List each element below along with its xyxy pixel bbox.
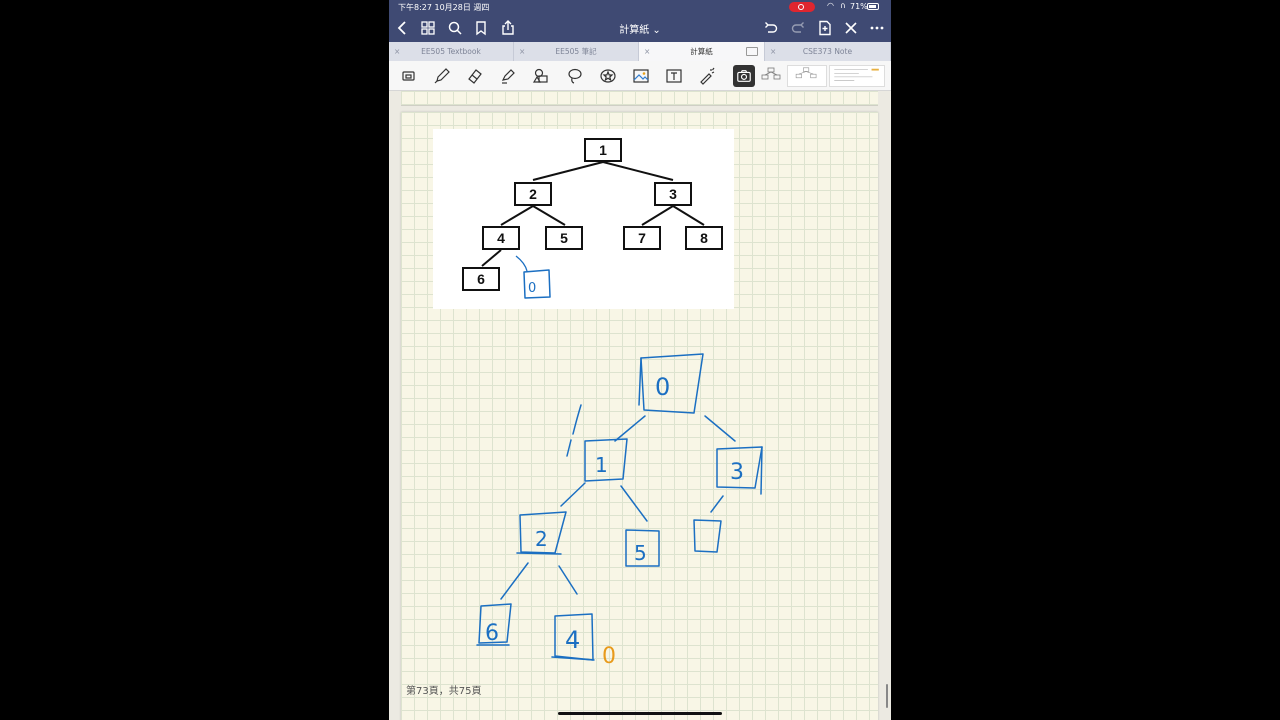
redo-icon[interactable] bbox=[790, 20, 806, 36]
tree-node: 6 bbox=[462, 267, 500, 291]
status-time-date: 下午8:27 10月28日 週四 bbox=[398, 3, 490, 12]
split-view-icon[interactable] bbox=[746, 47, 758, 56]
tab-bar: × EE505 Textbook × EE505 筆記 × 計算紙 × CSE3… bbox=[389, 42, 891, 61]
home-indicator[interactable] bbox=[558, 712, 722, 715]
tab-label: EE505 Textbook bbox=[421, 47, 481, 56]
scroll-indicator[interactable] bbox=[886, 684, 888, 708]
tab-label: EE505 筆記 bbox=[555, 47, 597, 56]
headphones-icon: ∩ bbox=[840, 1, 846, 10]
tree-node: 1 bbox=[584, 138, 622, 162]
drawing-toolbar bbox=[389, 61, 891, 91]
tree-node: 3 bbox=[654, 182, 692, 206]
tree-node: 2 bbox=[514, 182, 552, 206]
undo-icon[interactable] bbox=[763, 20, 779, 36]
recent-shape-thumbnail[interactable] bbox=[759, 66, 783, 86]
screen-record-icon bbox=[789, 2, 815, 12]
camera-icon bbox=[737, 70, 751, 82]
recent-note-thumbnail[interactable] bbox=[829, 65, 885, 87]
camera-button[interactable] bbox=[733, 65, 755, 87]
wifi-icon: ◠ bbox=[827, 1, 834, 10]
ipad-screen: 下午8:27 10月28日 週四 ◠ ∩ 71% 計算紙 ⌄ × EE505 T… bbox=[389, 0, 891, 720]
add-page-icon[interactable] bbox=[817, 20, 833, 36]
battery-percent: 71% bbox=[850, 2, 868, 11]
binary-tree-image[interactable]: 1 2 3 4 5 7 8 6 bbox=[433, 129, 734, 309]
tab-ee505-textbook[interactable]: × EE505 Textbook bbox=[389, 42, 514, 61]
laser-pointer-icon[interactable] bbox=[698, 67, 716, 85]
tab-cse373-note[interactable]: × CSE373 Note bbox=[765, 42, 891, 61]
shapes-icon[interactable] bbox=[532, 67, 550, 85]
status-bar: 下午8:27 10月28日 週四 ◠ ∩ 71% bbox=[389, 0, 891, 14]
recent-image-thumbnail[interactable] bbox=[787, 65, 827, 87]
tree-node: 8 bbox=[685, 226, 723, 250]
close-icon[interactable] bbox=[843, 20, 859, 36]
tree-node: 4 bbox=[482, 226, 520, 250]
sticker-icon[interactable] bbox=[599, 67, 617, 85]
previous-page-edge bbox=[401, 91, 878, 106]
tree-node: 7 bbox=[623, 226, 661, 250]
tab-label: CSE373 Note bbox=[802, 47, 853, 56]
tab-scratch-paper[interactable]: × 計算紙 bbox=[639, 42, 765, 61]
page-indicator: 第73頁，共75頁 bbox=[406, 686, 482, 697]
pen-icon[interactable] bbox=[433, 67, 451, 85]
lasso-icon[interactable] bbox=[566, 67, 584, 85]
text-box-icon[interactable] bbox=[665, 67, 683, 85]
highlighter-icon[interactable] bbox=[499, 67, 517, 85]
eraser-icon[interactable] bbox=[466, 67, 484, 85]
more-icon[interactable] bbox=[869, 20, 885, 36]
zoom-window-icon[interactable] bbox=[400, 67, 418, 85]
battery-icon bbox=[867, 3, 879, 10]
navigation-bar: 計算紙 ⌄ bbox=[389, 14, 891, 42]
tree-node: 5 bbox=[545, 226, 583, 250]
tab-ee505-notes[interactable]: × EE505 筆記 bbox=[514, 42, 639, 61]
notebook-title-dropdown[interactable]: 計算紙 ⌄ bbox=[389, 21, 891, 36]
image-icon[interactable] bbox=[632, 67, 650, 85]
